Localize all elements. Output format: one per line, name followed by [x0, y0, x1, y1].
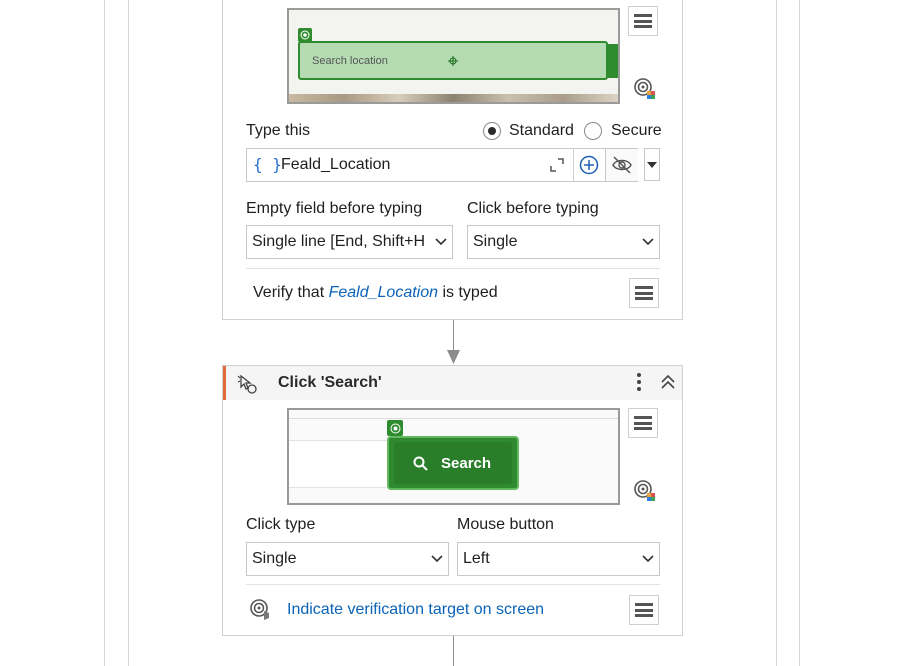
type-this-input[interactable]: { } Feald_Location: [246, 148, 638, 182]
search-icon: [413, 456, 428, 471]
mouse-button-label: Mouse button: [457, 516, 554, 533]
mouse-button-select[interactable]: Left: [457, 542, 660, 576]
toggle-visibility-button[interactable]: [605, 149, 638, 181]
expand-editor-icon[interactable]: [549, 157, 565, 173]
chevron-down-icon: [426, 555, 448, 563]
secure-radio-label[interactable]: Secure: [611, 122, 662, 140]
caret-down-icon: [647, 161, 657, 168]
connector-arrow-icon: [447, 350, 460, 364]
outer-sequence-border-left: [104, 0, 105, 666]
search-button-highlight: Search: [387, 436, 519, 490]
connector-line: [453, 320, 454, 352]
preview-placeholder-text: Search location: [312, 55, 388, 67]
target-anchor-icon: [298, 28, 312, 42]
type-this-value: Feald_Location: [281, 156, 391, 173]
standard-radio-label[interactable]: Standard: [509, 122, 574, 140]
secure-radio[interactable]: [584, 122, 602, 140]
standard-radio[interactable]: [483, 122, 501, 140]
click-target-preview-image[interactable]: Search: [287, 408, 620, 505]
eye-hidden-icon: [612, 156, 632, 174]
click-activity-title: Click 'Search': [278, 374, 382, 391]
target-highlight-box: Search location: [298, 41, 608, 80]
preview-background-strip: [289, 94, 618, 102]
connector-line: [453, 636, 454, 666]
click-target-options-menu-button[interactable]: [628, 408, 658, 438]
inner-sequence-border-right: [776, 0, 777, 666]
chevron-down-icon: [637, 555, 659, 563]
collapse-icon[interactable]: [661, 374, 675, 390]
type-into-activity[interactable]: Search location Type this Standard Secur…: [222, 0, 683, 320]
verify-options-menu-button[interactable]: [629, 278, 659, 308]
indicate-verification-link[interactable]: Indicate verification target on screen: [287, 601, 544, 619]
verify-variable-link[interactable]: Feald_Location: [329, 284, 438, 301]
more-options-icon[interactable]: [636, 372, 642, 392]
click-activity[interactable]: Click 'Search' Search Click type Mouse b…: [222, 365, 683, 636]
verification-options-menu-button[interactable]: [629, 595, 659, 625]
outer-sequence-border-right: [799, 0, 800, 666]
target-preview-image[interactable]: Search location: [287, 8, 620, 104]
inner-sequence-border-left: [128, 0, 129, 666]
click-type-select[interactable]: Single: [246, 542, 449, 576]
preview-search-label: Search: [441, 455, 492, 472]
crosshair-icon: [448, 56, 458, 66]
click-activity-header[interactable]: Click 'Search': [223, 366, 682, 400]
empty-field-label: Empty field before typing: [246, 200, 423, 217]
add-plus-icon[interactable]: [579, 155, 599, 175]
indicate-target-icon[interactable]: [633, 77, 657, 101]
variable-braces-icon: { }: [253, 155, 282, 174]
type-this-label: Type this: [246, 122, 311, 139]
click-before-select[interactable]: Single: [467, 225, 660, 259]
verify-typed-text: Verify that Feald_Location is typed: [253, 284, 498, 301]
click-type-label: Click type: [246, 516, 316, 533]
target-options-menu-button[interactable]: [628, 6, 658, 36]
target-anchor-icon: [387, 420, 403, 436]
verification-target-icon: [250, 599, 269, 620]
workflow-canvas: Search location Type this Standard Secur…: [0, 0, 907, 666]
indicate-target-icon[interactable]: [633, 479, 657, 503]
empty-field-select[interactable]: Single line [End, Shift+H: [246, 225, 453, 259]
chevron-down-icon: [637, 238, 659, 246]
chevron-down-icon: [430, 238, 452, 246]
click-activity-icon: [237, 374, 257, 394]
click-before-label: Click before typing: [467, 200, 599, 217]
input-options-dropdown[interactable]: [644, 148, 660, 181]
